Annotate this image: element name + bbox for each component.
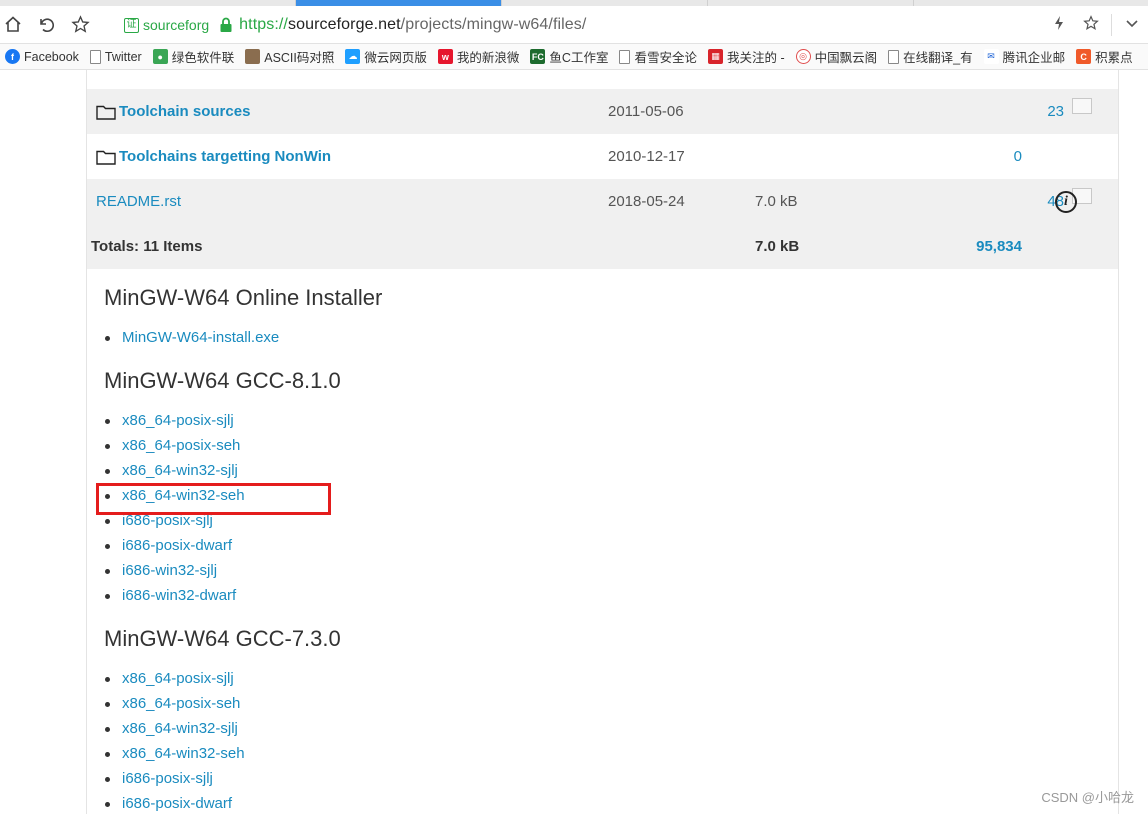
table-row[interactable]: Toolchains targetting NonWin 2010-12-17 … (87, 134, 1118, 179)
files-page: Toolchain sources 2011-05-06 23 Toolchai… (86, 70, 1119, 814)
date-cell: 2011-05-06 (608, 103, 684, 120)
list-item: x86_64-posix-sjlj (104, 666, 341, 691)
list-item: i686-win32-dwarf (104, 583, 341, 608)
info-icon[interactable]: i (1055, 190, 1077, 213)
download-link[interactable]: x86_64-posix-sjlj (122, 412, 234, 429)
totals-size: 7.0 kB (755, 238, 800, 255)
url-scheme: https:// (239, 16, 288, 33)
info-cell: i (1055, 179, 1077, 224)
bookmark-item[interactable]: f Facebook (0, 46, 85, 68)
list-item: i686-posix-sjlj (104, 508, 341, 533)
home-icon[interactable] (0, 11, 26, 37)
file-name-cell: Toolchain sources (96, 89, 250, 134)
download-chart-icon[interactable] (1072, 97, 1092, 114)
certificate-label: sourceforg (143, 17, 210, 33)
download-list: x86_64-posix-sjlj x86_64-posix-seh x86_6… (104, 666, 341, 814)
download-list: MinGW-W64-install.exe (104, 325, 382, 350)
certificate-badge[interactable]: 证 sourceforg (124, 17, 209, 33)
list-item: x86_64-posix-seh (104, 433, 341, 458)
url-path: /projects/mingw-w64/files/ (400, 16, 587, 33)
totals-downloads-link[interactable]: 95,834 (976, 238, 1022, 255)
download-link[interactable]: i686-posix-dwarf (122, 795, 232, 812)
list-item: MinGW-W64-install.exe (104, 325, 382, 350)
download-link-highlighted[interactable]: x86_64-win32-seh (122, 487, 245, 504)
section-title: MinGW-W64 GCC-7.3.0 (104, 626, 341, 651)
date-cell: 2018-05-24 (608, 193, 685, 210)
date-cell: 2010-12-17 (608, 148, 685, 165)
list-item: x86_64-win32-seh (104, 741, 341, 766)
totals-row: Totals: 11 Items 7.0 kB 95,834 (87, 224, 1118, 269)
downloads-link[interactable]: 0 (1014, 148, 1022, 165)
watermark: CSDN @小哈龙 (1041, 790, 1134, 805)
bookmark-star-icon[interactable] (1075, 14, 1107, 36)
downloads-link[interactable]: 23 (1047, 103, 1064, 120)
list-item: i686-posix-dwarf (104, 791, 341, 814)
download-link[interactable]: i686-win32-dwarf (122, 587, 236, 604)
list-item: x86_64-win32-seh (104, 483, 341, 508)
list-item: i686-win32-sjlj (104, 558, 341, 583)
download-link[interactable]: x86_64-posix-seh (122, 695, 240, 712)
bookmark-label: Facebook (24, 49, 79, 64)
section-title: MinGW-W64 GCC-8.1.0 (104, 368, 341, 393)
lightning-icon[interactable] (1043, 15, 1075, 36)
folder-link[interactable]: Toolchain sources (119, 103, 250, 120)
size-cell: 7.0 kB (755, 193, 798, 210)
facebook-icon: f (5, 49, 20, 64)
file-name-cell: README.rst (96, 179, 181, 224)
download-link[interactable]: i686-posix-dwarf (122, 537, 232, 554)
section-gcc-8-1-0: MinGW-W64 GCC-8.1.0 x86_64-posix-sjlj x8… (104, 366, 341, 608)
download-link[interactable]: x86_64-posix-seh (122, 437, 240, 454)
address-bar[interactable]: 证 sourceforg https://sourceforge.net/pro… (116, 10, 1116, 40)
download-link[interactable]: MinGW-W64-install.exe (122, 329, 279, 346)
list-item: i686-posix-sjlj (104, 766, 341, 791)
folder-icon (96, 105, 116, 120)
totals-downloads-cell: 95,834 (947, 224, 1022, 269)
table-row[interactable]: Toolchain sources 2011-05-06 23 (87, 89, 1118, 134)
toolbar-divider (1111, 14, 1112, 36)
folder-icon (96, 150, 116, 165)
download-link[interactable]: x86_64-win32-sjlj (122, 720, 238, 737)
toolbar-actions (1043, 12, 1148, 38)
list-item: i686-posix-dwarf (104, 533, 341, 558)
browser-toolbar: 证 sourceforg https://sourceforge.net/pro… (0, 6, 1148, 44)
file-name-cell: Toolchains targetting NonWin (96, 134, 331, 179)
table-row-clipped (87, 62, 1118, 70)
download-link[interactable]: x86_64-win32-seh (122, 745, 245, 762)
list-item: x86_64-posix-sjlj (104, 408, 341, 433)
download-link[interactable]: i686-posix-sjlj (122, 512, 213, 529)
lock-icon (220, 17, 232, 32)
file-link[interactable]: README.rst (96, 193, 181, 210)
download-link[interactable]: x86_64-posix-sjlj (122, 670, 234, 687)
downloads-cell: 0 (947, 134, 1022, 179)
url-text[interactable]: https://sourceforge.net/projects/mingw-w… (239, 16, 586, 34)
star-icon[interactable] (67, 11, 93, 37)
certificate-icon: 证 (124, 17, 139, 33)
totals-label: Totals: 11 Items (91, 238, 203, 255)
download-link[interactable]: x86_64-win32-sjlj (122, 462, 238, 479)
undo-icon[interactable] (33, 11, 59, 37)
table-row[interactable]: README.rst 2018-05-24 7.0 kB 48 i (87, 179, 1118, 224)
download-list: x86_64-posix-sjlj x86_64-posix-seh x86_6… (104, 408, 341, 608)
download-link[interactable]: i686-posix-sjlj (122, 770, 213, 787)
downloads-cell: 23 (947, 89, 1092, 134)
chevron-down-icon[interactable] (1116, 16, 1148, 34)
list-item: x86_64-win32-sjlj (104, 458, 341, 483)
url-host: sourceforge.net (287, 16, 401, 33)
folder-link[interactable]: Toolchains targetting NonWin (119, 148, 331, 165)
section-title: MinGW-W64 Online Installer (104, 285, 383, 310)
list-item: x86_64-win32-sjlj (104, 716, 341, 741)
list-item: x86_64-posix-seh (104, 691, 341, 716)
download-link[interactable]: i686-win32-sjlj (122, 562, 217, 579)
section-gcc-7-3-0: MinGW-W64 GCC-7.3.0 x86_64-posix-sjlj x8… (104, 624, 341, 814)
section-online-installer: MinGW-W64 Online Installer MinGW-W64-ins… (104, 283, 382, 350)
